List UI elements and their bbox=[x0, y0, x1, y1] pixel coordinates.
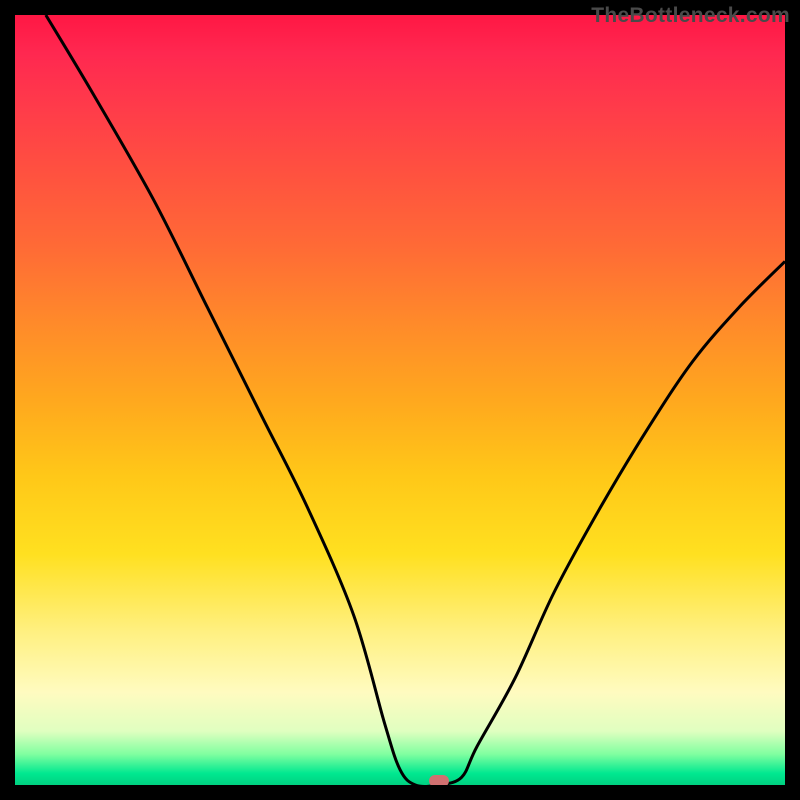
bottleneck-curve bbox=[15, 15, 785, 785]
chart-container: TheBottleneck.com bbox=[0, 0, 800, 800]
plot-area bbox=[15, 15, 785, 785]
optimal-point-marker bbox=[429, 775, 449, 785]
watermark-text: TheBottleneck.com bbox=[591, 4, 790, 28]
